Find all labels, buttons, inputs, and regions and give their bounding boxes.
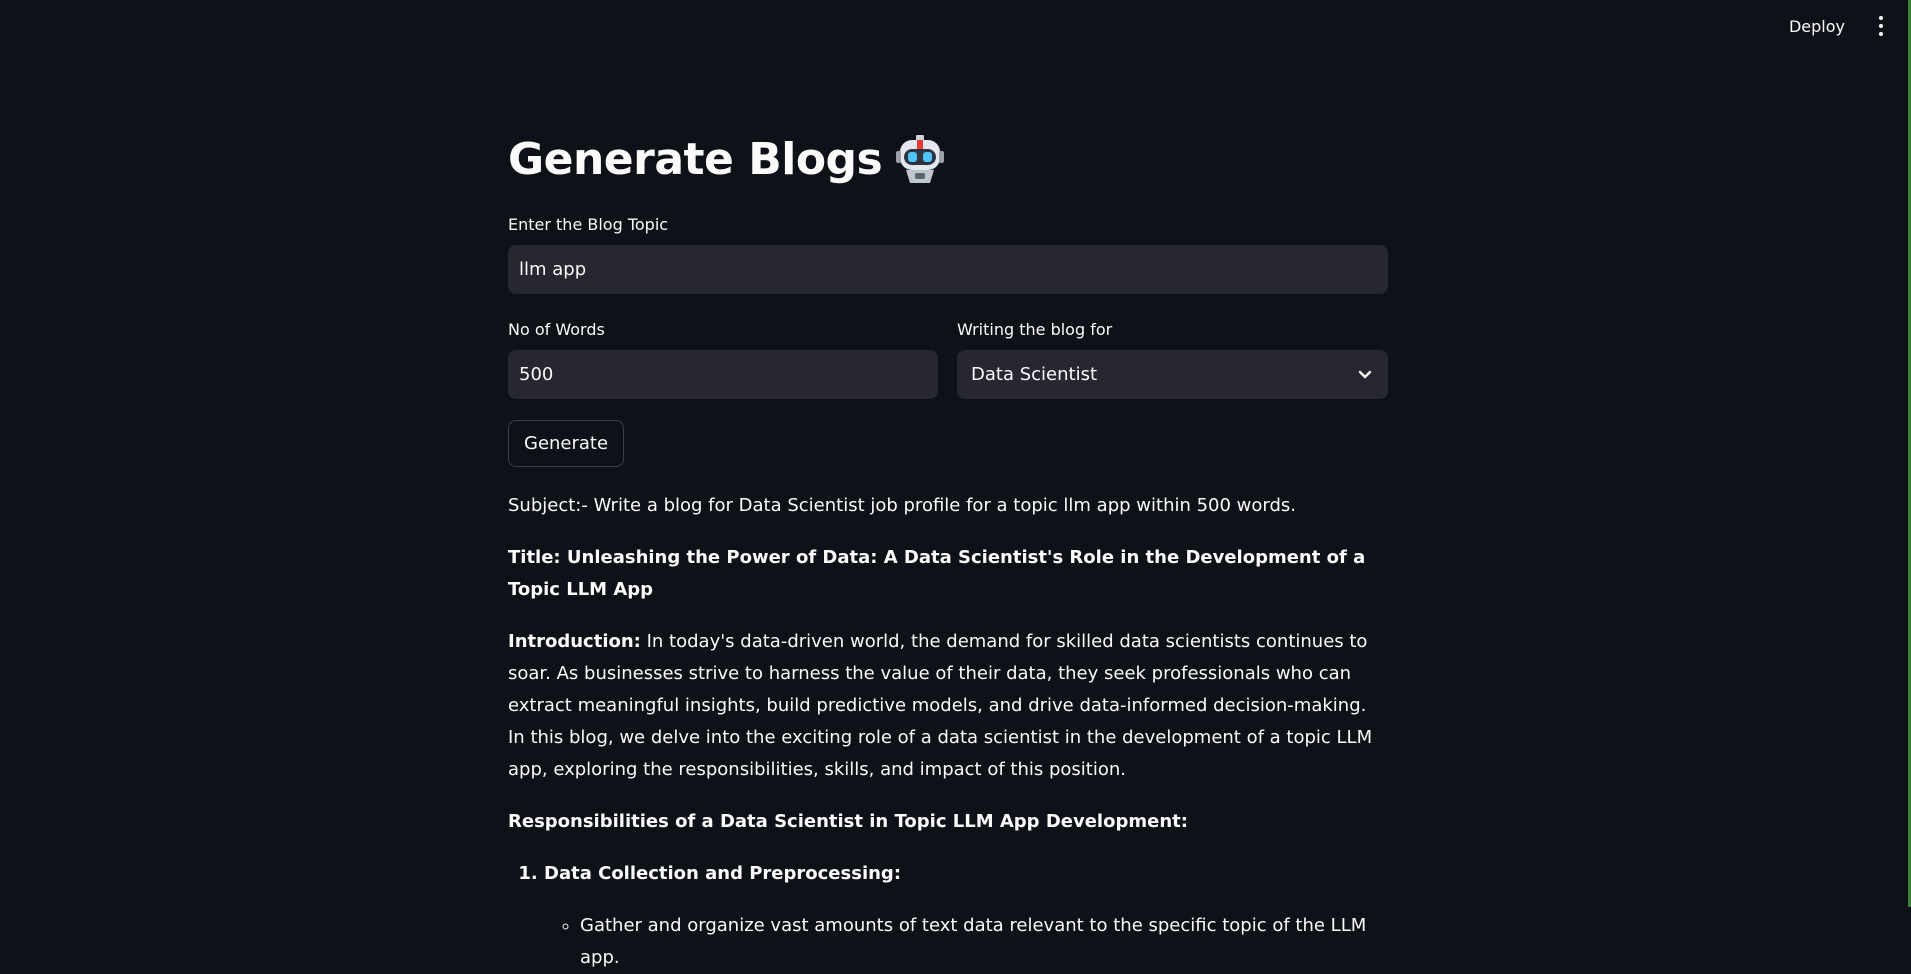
audience-select-value: Data Scientist: [971, 364, 1097, 385]
deploy-button[interactable]: Deploy: [1777, 11, 1857, 42]
blog-output: Subject:- Write a blog for Data Scientis…: [508, 490, 1388, 974]
generate-button[interactable]: Generate: [508, 420, 625, 467]
words-label: No of Words: [508, 320, 605, 339]
list-item: Data Collection and Preprocessing: Gathe…: [544, 858, 1388, 974]
page-title-row: Generate Blogs: [508, 134, 945, 185]
intro-label: Introduction:: [508, 631, 641, 652]
words-input[interactable]: 500: [508, 350, 938, 399]
topic-input[interactable]: llm app: [508, 245, 1388, 294]
sub-list-item: Gather and organize vast amounts of text…: [580, 910, 1388, 974]
audience-select[interactable]: Data Scientist: [957, 350, 1388, 399]
topic-input-value: llm app: [519, 259, 587, 280]
top-toolbar: Deploy: [1777, 0, 1911, 52]
subject-line: Subject:- Write a blog for Data Scientis…: [508, 495, 1297, 516]
intro-text: In today's data-driven world, the demand…: [508, 631, 1373, 780]
introduction-paragraph: Introduction: In today's data-driven wor…: [508, 626, 1388, 786]
page-title: Generate Blogs: [508, 134, 883, 185]
kebab-menu-icon[interactable]: [1871, 12, 1891, 40]
blog-title: Title: Unleashing the Power of Data: A D…: [508, 547, 1366, 600]
robot-emoji-icon: [896, 134, 945, 185]
audience-label: Writing the blog for: [957, 320, 1113, 339]
topic-label: Enter the Blog Topic: [508, 215, 669, 234]
sub-list: Gather and organize vast amounts of text…: [544, 910, 1388, 974]
responsibilities-list: Data Collection and Preprocessing: Gathe…: [508, 858, 1388, 974]
chevron-down-icon: [1358, 364, 1372, 385]
responsibilities-heading: Responsibilities of a Data Scientist in …: [508, 811, 1188, 832]
words-input-value: 500: [519, 364, 554, 385]
